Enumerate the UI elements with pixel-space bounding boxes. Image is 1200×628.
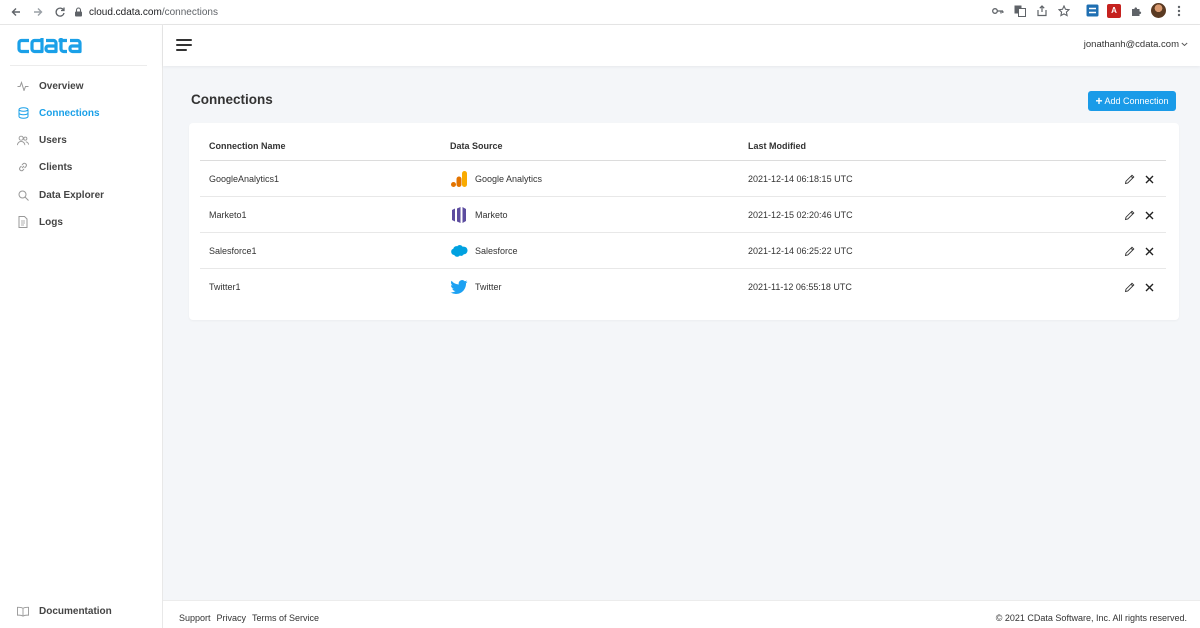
copyright-text: © 2021 CData Software, Inc. All rights r… — [995, 613, 1187, 623]
edit-pencil-icon[interactable] — [1124, 174, 1135, 185]
google-analytics-icon — [450, 170, 468, 188]
connection-name[interactable]: GoogleAnalytics1 — [209, 161, 279, 197]
sidebar-item-data-explorer[interactable]: Data Explorer — [0, 185, 163, 205]
puzzle-extensions-icon[interactable] — [1129, 4, 1143, 18]
sidebar-item-label: Logs — [39, 216, 63, 228]
data-source-label: Marketo — [475, 210, 508, 220]
document-icon — [17, 216, 29, 228]
data-source-cell: Google Analytics — [450, 161, 542, 197]
edit-pencil-icon[interactable] — [1124, 246, 1135, 257]
delete-close-icon[interactable] — [1144, 246, 1155, 257]
pdf-extension-icon[interactable]: A — [1107, 3, 1121, 18]
connection-name[interactable]: Marketo1 — [209, 197, 247, 233]
address-bar[interactable]: cloud.cdata.com/connections — [74, 2, 218, 22]
data-source-label: Twitter — [475, 282, 502, 292]
table-row[interactable]: GoogleAnalytics1 Google Analytics 2021-1… — [200, 161, 1166, 197]
connections-table-card: Connection Name Data Source Last Modifie… — [189, 123, 1179, 320]
table-row[interactable]: Salesforce1 Salesforce 2021-12-14 06:25:… — [200, 233, 1166, 269]
delete-close-icon[interactable] — [1144, 174, 1155, 185]
back-arrow-icon[interactable] — [6, 2, 26, 22]
salesforce-icon — [450, 242, 468, 260]
sidebar-item-documentation[interactable]: Documentation — [0, 601, 163, 621]
page-title: Connections — [191, 92, 273, 107]
table-row[interactable]: Twitter1 Twitter 2021-11-12 06:55:18 UTC — [200, 269, 1166, 305]
url-path: /connections — [161, 6, 218, 18]
user-menu[interactable]: jonathanh@cdata.com — [1084, 39, 1188, 50]
twitter-icon — [450, 278, 468, 296]
data-source-cell: Marketo — [450, 197, 508, 233]
user-email: jonathanh@cdata.com — [1083, 39, 1179, 50]
plus-icon: + — [1095, 94, 1103, 108]
footer-links: Support Privacy Terms of Service — [179, 613, 325, 623]
footer-link-terms[interactable]: Terms of Service — [252, 613, 319, 623]
last-modified: 2021-12-14 06:18:15 UTC — [748, 174, 853, 184]
data-source-label: Google Analytics — [475, 174, 543, 184]
url-domain: cloud.cdata.com — [89, 6, 162, 18]
top-header: jonathanh@cdata.com — [163, 25, 1200, 66]
forward-arrow-icon[interactable] — [28, 2, 48, 22]
last-modified: 2021-12-14 06:25:22 UTC — [748, 246, 853, 256]
data-source-label: Salesforce — [475, 246, 518, 256]
reload-icon[interactable] — [50, 2, 70, 22]
sidebar-item-label: Overview — [39, 80, 84, 92]
sidebar-item-label: Connections — [39, 107, 100, 119]
data-source-cell: Salesforce — [450, 233, 518, 269]
column-header-data-source[interactable]: Data Source — [450, 141, 503, 151]
sidebar-item-overview[interactable]: Overview — [0, 76, 163, 96]
cdata-logo[interactable] — [17, 37, 92, 55]
last-modified: 2021-12-15 02:20:46 UTC — [748, 210, 853, 220]
translate-icon[interactable] — [1013, 4, 1027, 18]
link-icon — [17, 161, 29, 173]
browser-extension-icons: A — [983, 3, 1186, 18]
connection-name[interactable]: Twitter1 — [209, 269, 241, 305]
chevron-down-icon — [1181, 42, 1188, 47]
edit-pencil-icon[interactable] — [1124, 210, 1135, 221]
share-icon[interactable] — [1035, 4, 1049, 18]
edit-pencil-icon[interactable] — [1124, 282, 1135, 293]
sidebar-item-label: Data Explorer — [39, 189, 105, 201]
sidebar-item-users[interactable]: Users — [0, 130, 163, 150]
sidebar-item-label: Users — [39, 134, 67, 146]
sidebar-item-label: Documentation — [39, 605, 112, 617]
users-icon — [17, 134, 29, 146]
lock-icon — [75, 7, 82, 17]
profile-avatar[interactable] — [1151, 3, 1166, 18]
sidebar: Overview Connections Users Clients Data … — [0, 25, 163, 628]
table-row[interactable]: Marketo1 Marketo 2021-12-15 02:20:46 UTC — [200, 197, 1166, 233]
sidebar-item-connections[interactable]: Connections — [0, 103, 163, 123]
activity-icon — [17, 80, 29, 92]
bookmark-star-icon[interactable] — [1057, 4, 1071, 18]
more-menu-icon[interactable] — [1172, 4, 1186, 18]
book-icon — [17, 605, 29, 617]
browser-toolbar: cloud.cdata.com/connections A — [0, 0, 1200, 25]
footer: Support Privacy Terms of Service © 2021 … — [163, 600, 1200, 628]
add-connection-label: Add Connection — [1104, 96, 1169, 106]
sidebar-item-label: Clients — [39, 161, 73, 173]
delete-close-icon[interactable] — [1144, 210, 1155, 221]
last-modified: 2021-11-12 06:55:18 UTC — [748, 282, 852, 292]
add-connection-button[interactable]: + Add Connection — [1088, 91, 1176, 111]
connection-name[interactable]: Salesforce1 — [209, 233, 257, 269]
delete-close-icon[interactable] — [1144, 282, 1155, 293]
key-icon[interactable] — [991, 4, 1005, 18]
hamburger-menu-icon[interactable] — [176, 39, 192, 51]
extension-sync-icon[interactable] — [1085, 4, 1099, 18]
url-text: cloud.cdata.com/connections — [89, 7, 218, 18]
logo-divider — [10, 65, 147, 66]
column-header-connection-name[interactable]: Connection Name — [209, 141, 286, 151]
marketo-icon — [450, 206, 468, 224]
sidebar-item-clients[interactable]: Clients — [0, 157, 163, 177]
sidebar-item-logs[interactable]: Logs — [0, 212, 163, 232]
column-header-last-modified[interactable]: Last Modified — [748, 141, 806, 151]
footer-link-privacy[interactable]: Privacy — [217, 613, 247, 623]
database-icon — [17, 107, 29, 119]
footer-link-support[interactable]: Support — [179, 613, 211, 623]
search-icon — [17, 189, 29, 201]
data-source-cell: Twitter — [450, 269, 502, 305]
